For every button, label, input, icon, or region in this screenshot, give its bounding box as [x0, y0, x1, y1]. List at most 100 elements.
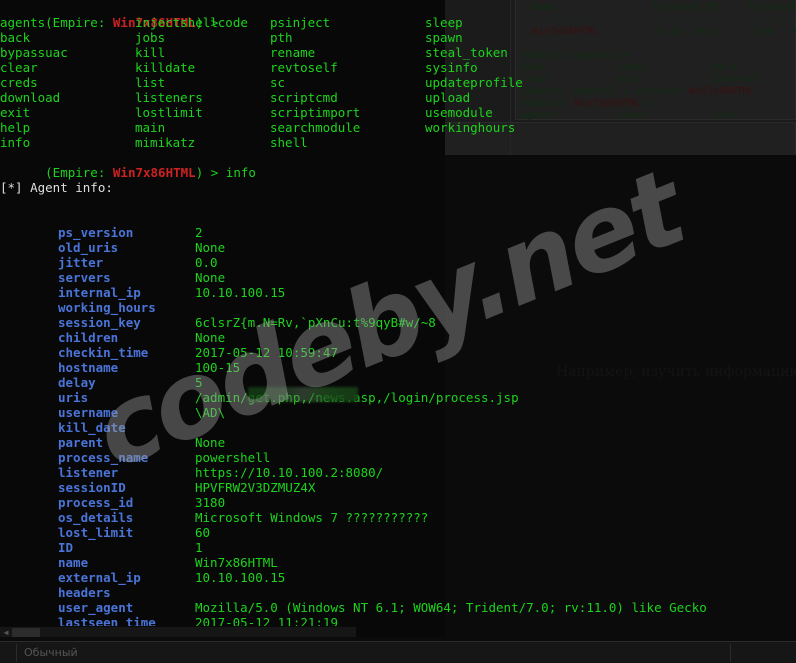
command-item-rename[interactable]: rename — [270, 45, 425, 60]
statusbar-separator — [16, 644, 17, 662]
command-item-searchmodule[interactable]: searchmodule — [270, 120, 425, 135]
agent-info-key-user_agent: user_agent — [58, 600, 134, 615]
agent-info-key-process_id: process_id — [58, 495, 134, 510]
agent-info-value-username: \AD\ — [195, 405, 226, 420]
agent-info-key-servers: servers — [58, 270, 111, 285]
command-item-sc[interactable]: sc — [270, 75, 425, 90]
command-item-main[interactable]: main — [135, 120, 270, 135]
command-item-spawn[interactable]: spawn — [425, 30, 585, 45]
agent-info-value-session_key: 6clsrZ{m.N=Rv,`pXnCu:t%9qyB#w/~8 — [195, 315, 436, 330]
command-item-exit[interactable]: exit — [0, 105, 135, 120]
agent-info-value-children: None — [195, 330, 226, 345]
agent-info-value-delay: 5 — [195, 375, 203, 390]
agent-info-value-listener: https://10.10.100.2:8080/ — [195, 465, 384, 480]
agent-info-row: jitter 0.0 — [0, 255, 796, 270]
command-item-updateprofile[interactable]: updateprofile — [425, 75, 585, 90]
command-item-steal_token[interactable]: steal_token — [425, 45, 585, 60]
command-item-scriptcmd[interactable]: scriptcmd — [270, 90, 425, 105]
agent-info-row: username \AD\ — [0, 405, 796, 420]
agent-info-row: lost_limit 60 — [0, 525, 796, 540]
agent-info-header: [*] Agent info: — [0, 180, 113, 195]
command-item-pth[interactable]: pth — [270, 30, 425, 45]
command-item-download[interactable]: download — [0, 90, 135, 105]
agent-info-value-external_ip: 10.10.100.15 — [195, 570, 286, 585]
agent-info-key-process_name: process_name — [58, 450, 149, 465]
agent-info-value-process_name: powershell — [195, 450, 271, 465]
agent-info-row: parent None — [0, 435, 796, 450]
agent-info-value-process_id: 3180 — [195, 495, 226, 510]
agent-info-key-checkin_time: checkin_time — [58, 345, 149, 360]
agent-info-row: kill_date — [0, 420, 796, 435]
command-item-psinject[interactable]: psinject — [270, 15, 425, 30]
scroll-left-arrow[interactable]: ◀ — [1, 628, 11, 637]
prompt-prefix: (Empire: — [45, 165, 113, 180]
agent-info-value-ps_version: 2 — [195, 225, 203, 240]
prompt-suffix: ) > — [195, 165, 226, 180]
horizontal-scrollbar[interactable]: ◀ — [0, 626, 356, 637]
agent-info-key-external_ip: external_ip — [58, 570, 141, 585]
command-item-help[interactable]: help — [0, 120, 135, 135]
agent-info-row: old_uris None — [0, 240, 796, 255]
agent-info-row: sessionID HPVFRW2V3DZMUZ4X — [0, 480, 796, 495]
agent-info-key-username: username — [58, 405, 119, 420]
agent-info-row: children None — [0, 330, 796, 345]
agent-info-key-uris: uris — [58, 390, 89, 405]
command-item-kill[interactable]: kill — [135, 45, 270, 60]
command-item-injectshellcode[interactable]: injectshellcode — [135, 15, 270, 30]
command-item-jobs[interactable]: jobs — [135, 30, 270, 45]
command-item-info[interactable]: info — [0, 135, 135, 150]
document-statusbar: Обычный — [0, 641, 796, 663]
agent-info-value-ID: 1 — [195, 540, 203, 555]
command-item-workinghours[interactable]: workinghours — [425, 120, 585, 135]
screenshot-root: Name Internal IP External IP L ---------… — [0, 0, 796, 663]
agent-info-value-os_details: Microsoft Windows 7 ??????????? — [195, 510, 429, 525]
command-item-revtoself[interactable]: revtoself — [270, 60, 425, 75]
agent-info-row: listener https://10.10.100.2:8080/ — [0, 465, 796, 480]
annotation-note: Например, изучить информацию о системе — [556, 364, 796, 380]
command-item-listeners[interactable]: listeners — [135, 90, 270, 105]
command-item-killdate[interactable]: killdate — [135, 60, 270, 75]
agent-info-row: checkin_time 2017-05-12 10:59:47 — [0, 345, 796, 360]
agent-info-key-ps_version: ps_version — [58, 225, 134, 240]
agent-info-field-list: ps_version 2 old_uris None jitter 0.0 servers N… — [0, 225, 796, 645]
command-item-shell[interactable]: shell — [270, 135, 425, 150]
agent-info-key-session_key: session_key — [58, 315, 141, 330]
agent-info-row: session_key 6clsrZ{m.N=Rv,`pXnCu:t%9qyB#w… — [0, 315, 796, 330]
command-item-mimikatz[interactable]: mimikatz — [135, 135, 270, 150]
statusbar-separator — [730, 644, 731, 662]
agent-info-row: uris/admin/get.php,/news.asp,/login/proc… — [0, 390, 796, 405]
command-item-usemodule[interactable]: usemodule — [425, 105, 585, 120]
agent-info-value-internal_ip: 10.10.100.15 — [195, 285, 286, 300]
agent-info-value-sessionID: HPVFRW2V3DZMUZ4X — [195, 480, 316, 495]
command-item-back[interactable]: back — [0, 30, 135, 45]
agent-info-value-working_hours — [195, 300, 203, 315]
command-item-sysinfo[interactable]: sysinfo — [425, 60, 585, 75]
agent-info-key-name: name — [58, 555, 89, 570]
agent-info-key-lost_limit: lost_limit — [58, 525, 134, 540]
command-item-upload[interactable]: upload — [425, 90, 585, 105]
agent-info-key-ID: ID — [58, 540, 74, 555]
command-item-list[interactable]: list — [135, 75, 270, 90]
scrollbar-thumb[interactable] — [12, 628, 40, 637]
agent-info-key-parent: parent — [58, 435, 104, 450]
agent-info-key-children: children — [58, 330, 119, 345]
command-item-bypassuac[interactable]: bypassuac — [0, 45, 135, 60]
username-redaction-block — [248, 387, 358, 402]
command-item-agents[interactable]: agents — [0, 15, 135, 30]
agent-info-value-old_uris: None — [195, 240, 226, 255]
command-item-lostlimit[interactable]: lostlimit — [135, 105, 270, 120]
agent-info-row: process_name powershell — [0, 450, 796, 465]
agent-info-value-lost_limit: 60 — [195, 525, 211, 540]
command-item-sleep[interactable]: sleep — [425, 15, 585, 30]
command-item-scriptimport[interactable]: scriptimport — [270, 105, 425, 120]
agent-info-row: ps_version 2 — [0, 225, 796, 240]
command-item-clear[interactable]: clear — [0, 60, 135, 75]
typed-command: info — [225, 165, 256, 180]
agent-info-value-kill_date — [195, 420, 203, 435]
command-item-creds[interactable]: creds — [0, 75, 135, 90]
agent-info-row: process_id 3180 — [0, 495, 796, 510]
statusbar-style-label[interactable]: Обычный — [24, 646, 78, 660]
prompt-line-top: (Empire: Win7x86HTML) > — [0, 0, 796, 30]
